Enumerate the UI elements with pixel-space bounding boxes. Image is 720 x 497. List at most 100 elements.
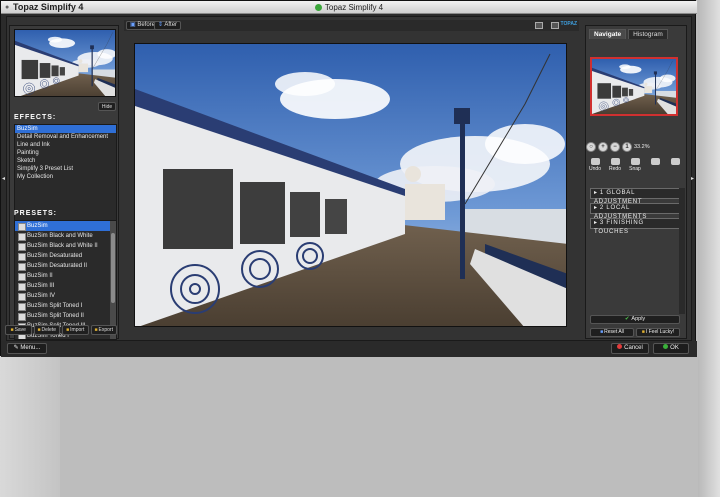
tab-navigate[interactable]: Navigate	[589, 29, 627, 39]
apply-button[interactable]: ✔ Apply	[590, 315, 680, 324]
presets-list: BuzSim BuzSim Black and White BuzSim Bla…	[14, 220, 117, 340]
speech-bubble-icon	[670, 158, 680, 165]
window-title: Topaz Simplify 4	[1, 3, 697, 12]
speech-bubble-icon	[650, 158, 660, 165]
after-button[interactable]: ⇕ After	[154, 21, 182, 30]
ok-label: OK	[670, 345, 679, 351]
finishing-touches-label: 3 FINISHING TOUCHES	[594, 220, 644, 235]
single-view-icon[interactable]	[535, 22, 543, 29]
expand-arrow-icon: ▸	[594, 190, 598, 196]
host-canvas-photo	[60, 352, 720, 497]
tool-button[interactable]	[666, 158, 684, 166]
finishing-touches-section[interactable]: ▸ 3 FINISHING TOUCHES	[590, 218, 680, 235]
export-label: Export	[98, 327, 113, 333]
undo-button[interactable]: Undo	[586, 158, 604, 172]
collapse-right-arrow-icon[interactable]: ▸	[691, 175, 694, 182]
import-label: Import	[70, 327, 85, 333]
lucky-label: I Feel Lucky!	[645, 329, 675, 335]
zoom-actual-icon[interactable]: 1	[622, 142, 632, 152]
preset-item[interactable]: BuzSim III	[15, 281, 116, 291]
effect-item[interactable]: BuzSim	[15, 125, 116, 133]
folder-icon: ■	[37, 327, 41, 333]
tab-histogram[interactable]: Histogram	[628, 29, 668, 39]
view-mode-icons	[535, 22, 559, 29]
camera-icon	[630, 158, 640, 165]
scrollbar-thumb[interactable]	[111, 233, 115, 303]
right-panel: Navigate Histogram ○ + − 1 33.2% Undo Re…	[585, 25, 687, 339]
preview-toolbar: ▣ Before ⇕ After TOPAZ	[124, 20, 579, 31]
redo-button[interactable]: Redo	[606, 158, 624, 172]
split-view-icon[interactable]	[551, 22, 559, 29]
window-title-text: Topaz Simplify 4	[324, 3, 384, 12]
collapse-left-arrow-icon[interactable]: ◂	[2, 175, 5, 182]
effect-item[interactable]: My Collection	[15, 173, 116, 181]
effect-item[interactable]: Simplify 3 Preset List	[15, 165, 116, 173]
presets-scrollbar[interactable]	[110, 221, 116, 339]
global-adjustment-section[interactable]: ▸ 1 GLOBAL ADJUSTMENT	[590, 188, 680, 205]
cancel-label: Cancel	[624, 345, 643, 351]
menu-label: Menu...	[20, 345, 41, 351]
adjustments-scrollbar[interactable]	[679, 188, 685, 314]
expand-arrow-icon: ▸	[594, 220, 598, 226]
checkmark-icon: ✔	[624, 316, 630, 322]
feel-lucky-button[interactable]: ■I Feel Lucky!	[636, 328, 680, 337]
zoom-level: 33.2%	[634, 144, 650, 150]
local-adjustments-section[interactable]: ▸ 2 LOCAL ADJUSTMENTS	[590, 203, 680, 220]
preset-item[interactable]: BuzSim Desaturated	[15, 251, 116, 261]
snap-button[interactable]: Snap	[626, 158, 644, 172]
preset-item[interactable]: BuzSim II	[15, 271, 116, 281]
tools-row: Undo Redo Snap	[586, 158, 688, 176]
effects-title: EFFECTS:	[14, 114, 57, 121]
tool-button[interactable]	[646, 158, 664, 166]
effect-item[interactable]: Painting	[15, 149, 116, 157]
reset-all-button[interactable]: ■Reset All	[590, 328, 634, 337]
expand-arrow-icon: ▸	[594, 205, 598, 211]
folder-icon: ■	[94, 327, 98, 333]
undo-icon	[590, 158, 600, 165]
undo-label: Undo	[589, 166, 601, 172]
folder-icon: ■	[66, 327, 70, 333]
import-preset-button[interactable]: ■Import	[62, 325, 89, 335]
reset-label: Reset All	[604, 329, 624, 335]
preset-item[interactable]: BuzSim Split Toned II	[15, 311, 116, 321]
preset-item[interactable]: BuzSim Desaturated II	[15, 261, 116, 271]
effect-item[interactable]: Sketch	[15, 157, 116, 165]
snap-label: Snap	[629, 166, 641, 172]
after-label: After	[164, 22, 178, 28]
preset-item[interactable]: BuzSim Black and White	[15, 231, 116, 241]
zoom-out-icon[interactable]: −	[610, 142, 620, 152]
title-bar: ● Topaz Simplify 4 Topaz Simplify 4	[1, 1, 697, 14]
zoom-controls: ○ + − 1 33.2%	[586, 142, 688, 154]
presets-title: PRESETS:	[14, 210, 58, 217]
preset-item[interactable]: BuzSim	[15, 221, 116, 231]
zoom-in-icon[interactable]: +	[598, 142, 608, 152]
preset-item[interactable]: BuzSim Black and White II	[15, 241, 116, 251]
topaz-logo: TOPAZ	[560, 21, 577, 27]
menu-button[interactable]: ✎ Menu...	[7, 343, 47, 354]
bottom-bar: ✎ Menu... Cancel OK	[1, 341, 697, 357]
folder-icon: ■	[10, 327, 14, 333]
zoom-fit-icon[interactable]: ○	[586, 142, 596, 152]
preset-button-row: ■Save ■Delete ■Import ■Export	[5, 325, 117, 335]
delete-preset-button[interactable]: ■Delete	[33, 325, 60, 335]
image-preview[interactable]	[134, 43, 567, 327]
delete-label: Delete	[41, 327, 56, 333]
effect-thumbnail	[14, 29, 116, 97]
lucky-icon: ■	[641, 329, 645, 335]
preset-item[interactable]: BuzSim Split Toned I	[15, 301, 116, 311]
reset-icon: ■	[600, 329, 604, 335]
save-preset-button[interactable]: ■Save	[5, 325, 32, 335]
export-preset-button[interactable]: ■Export	[90, 325, 117, 335]
ok-button[interactable]: OK	[653, 343, 689, 354]
cancel-button[interactable]: Cancel	[611, 343, 649, 354]
effect-item[interactable]: Line and Ink	[15, 141, 116, 149]
navigator-preview[interactable]	[590, 57, 678, 116]
redo-label: Redo	[609, 166, 621, 172]
before-label: Before	[137, 22, 156, 28]
preset-item[interactable]: BuzSim IV	[15, 291, 116, 301]
cancel-icon	[617, 344, 623, 349]
hide-button[interactable]: Hide	[98, 102, 116, 111]
plugin-window: ● Topaz Simplify 4 Topaz Simplify 4 ◂ ▸ …	[0, 0, 697, 357]
redo-icon	[610, 158, 620, 165]
effect-item[interactable]: Detail Removal and Enhancement	[15, 133, 116, 141]
